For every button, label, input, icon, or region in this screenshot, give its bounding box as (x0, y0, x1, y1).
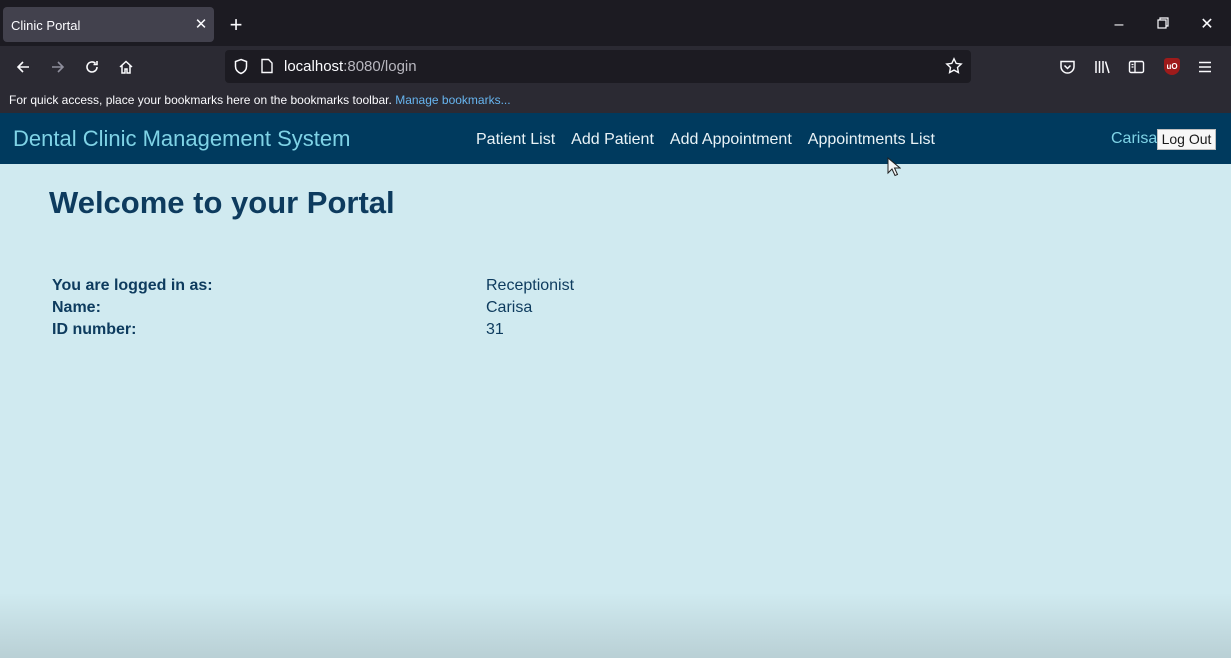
browser-nav-bar: localhost:8080/login uO (0, 46, 1231, 88)
tab-close-icon[interactable]: ✕ (191, 15, 211, 35)
close-window-icon[interactable]: ✕ (1195, 13, 1219, 37)
info-row-name: Name: Carisa (52, 299, 752, 321)
info-row-id: ID number: 31 (52, 321, 752, 343)
page-title: Welcome to your Portal (49, 185, 395, 220)
bookmarks-hint: For quick access, place your bookmarks h… (9, 93, 511, 107)
current-user-name: Carisa (1111, 130, 1158, 147)
pocket-icon[interactable] (1054, 54, 1082, 80)
url-path: :8080/login (343, 58, 417, 75)
new-tab-icon[interactable]: + (224, 13, 248, 37)
reload-icon[interactable] (78, 54, 106, 80)
library-icon[interactable] (1089, 54, 1117, 80)
bookmarks-text: For quick access, place your bookmarks h… (9, 93, 392, 107)
browser-tab-bar: Clinic Portal ✕ + – ✕ (0, 0, 1231, 46)
name-label: Name: (52, 299, 101, 316)
url-text[interactable]: localhost:8080/login (284, 58, 417, 75)
page-content: Dental Clinic Management System Patient … (0, 113, 1231, 658)
nav-appointments-list[interactable]: Appointments List (808, 131, 935, 149)
address-bar[interactable]: localhost:8080/login (225, 50, 971, 83)
id-value: 31 (486, 321, 504, 338)
ublock-icon[interactable]: uO (1164, 58, 1180, 75)
tab-title: Clinic Portal (11, 18, 81, 33)
name-value: Carisa (486, 299, 533, 316)
bookmark-star-icon[interactable] (945, 57, 963, 80)
minimize-icon[interactable]: – (1107, 13, 1131, 37)
site-header: Dental Clinic Management System Patient … (0, 113, 1231, 164)
logout-button[interactable]: Log Out (1157, 129, 1216, 150)
browser-tab[interactable]: Clinic Portal ✕ (3, 7, 214, 42)
home-icon[interactable] (112, 54, 140, 80)
restore-icon[interactable] (1151, 13, 1175, 37)
back-icon[interactable] (9, 54, 37, 80)
shield-icon[interactable] (233, 58, 249, 80)
manage-bookmarks-link[interactable]: Manage bookmarks... (395, 93, 510, 107)
url-host: localhost (284, 58, 344, 75)
nav-add-appointment[interactable]: Add Appointment (670, 131, 792, 149)
page-icon[interactable] (260, 58, 274, 79)
brand-title[interactable]: Dental Clinic Management System (13, 126, 350, 152)
nav-add-patient[interactable]: Add Patient (571, 131, 654, 149)
bookmarks-toolbar: For quick access, place your bookmarks h… (0, 88, 1231, 113)
mouse-cursor-icon (887, 156, 902, 182)
site-nav: Patient List Add Patient Add Appointment… (476, 131, 935, 149)
nav-patient-list[interactable]: Patient List (476, 131, 555, 149)
forward-icon[interactable] (44, 54, 72, 80)
user-info: You are logged in as: Receptionist Name:… (52, 277, 752, 343)
id-label: ID number: (52, 321, 137, 338)
role-value: Receptionist (486, 277, 575, 294)
role-label: You are logged in as: (52, 277, 213, 294)
menu-icon[interactable] (1192, 54, 1220, 80)
info-row-role: You are logged in as: Receptionist (52, 277, 752, 299)
sidebar-icon[interactable] (1123, 54, 1151, 80)
